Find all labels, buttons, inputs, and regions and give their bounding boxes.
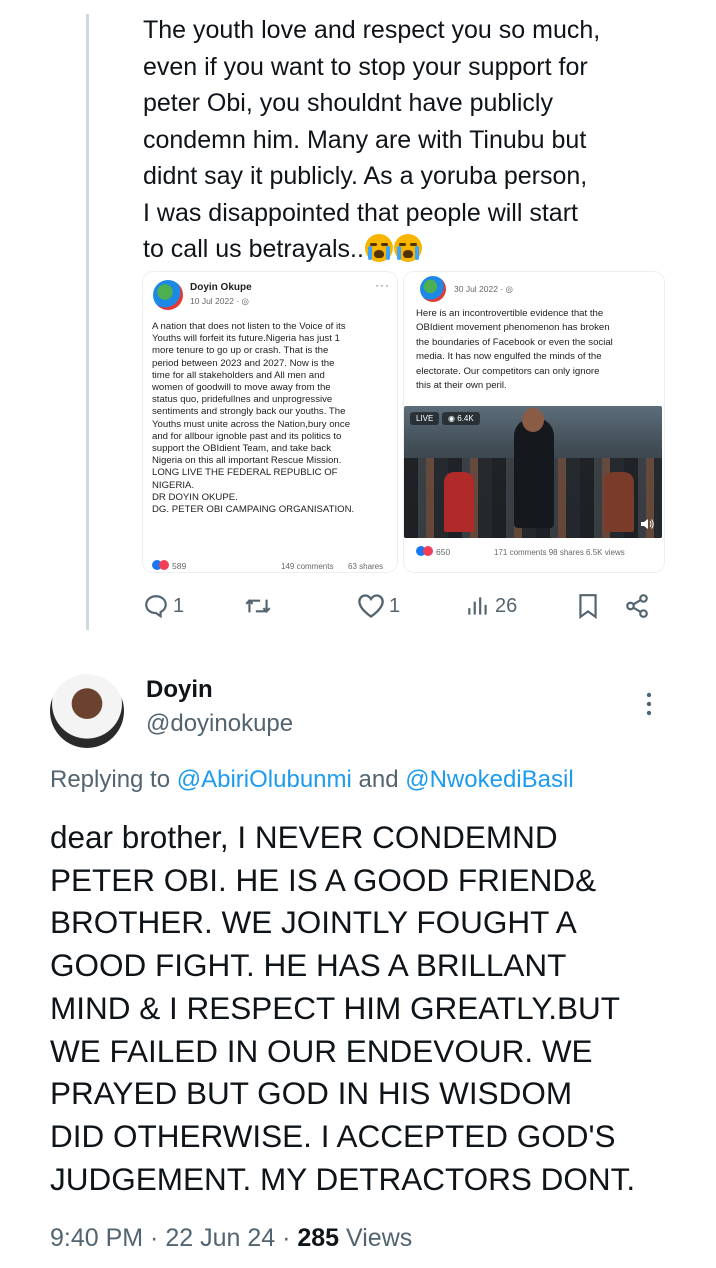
quoted-line: didnt say it publicly. As a yoruba perso… — [143, 162, 588, 190]
card-stats: 171 comments 98 shares 6.5K views — [494, 548, 625, 557]
central-figure — [514, 418, 554, 528]
quoted-line: I was disappointed that people will star… — [143, 198, 578, 227]
mention-link[interactable]: @NwokediBasil — [405, 766, 573, 793]
card-post-body: A nation that does not listen to the Voi… — [152, 321, 355, 516]
reply-icon — [145, 595, 167, 619]
bookmark-button[interactable] — [577, 592, 599, 620]
bookmark-icon — [579, 594, 597, 619]
card-comments: 149 comments — [281, 562, 334, 571]
mention-link[interactable]: @AbiriOlubunmi — [177, 766, 352, 793]
card-post-body: Here is an incontrovertible evidence tha… — [416, 308, 613, 392]
speaker-icon[interactable] — [640, 518, 654, 530]
views-label: Views — [339, 1224, 413, 1252]
author-handle[interactable]: @doyinokupe — [146, 710, 293, 738]
page-avatar-icon — [420, 276, 446, 302]
share-icon — [626, 594, 648, 618]
like-count: 1 — [389, 594, 401, 617]
reply-count: 1 — [173, 594, 185, 617]
tweet-action-bar: 1 1 26 — [143, 592, 663, 620]
share-button[interactable] — [623, 592, 651, 620]
quoted-line: even if you want to stop your support fo… — [143, 52, 588, 81]
views-count: 26 — [495, 594, 518, 617]
retweet-icon — [245, 599, 271, 613]
crowd-figure — [604, 472, 634, 532]
retweet-button[interactable] — [243, 592, 273, 620]
crying-face-emoji-icon — [393, 234, 422, 262]
more-options-icon[interactable] — [643, 690, 655, 718]
replying-to: Replying to @AbiriOlubunmi and @NwokediB… — [50, 766, 574, 793]
quoted-tweet-text: The youth love and respect you so much, … — [143, 12, 683, 268]
eye-icon: ◉ — [448, 414, 458, 423]
video-thumbnail[interactable]: LIVE ◉ 6.4K — [404, 406, 662, 538]
views-count: 285 — [297, 1224, 340, 1252]
central-figure-head — [522, 408, 544, 432]
live-badge: LIVE — [410, 412, 440, 425]
like-button[interactable]: 1 — [357, 592, 400, 620]
card-date: 30 Jul 2022 · ◎ — [454, 284, 513, 294]
card-date: 10 Jul 2022 · ◎ — [190, 296, 249, 306]
facebook-post-image-left[interactable]: Doyin Okupe 10 Jul 2022 · ◎ ··· A nation… — [143, 272, 397, 572]
video-views-badge: ◉ 6.4K — [442, 412, 480, 425]
tweet-timestamp: 9:40 PM · 22 Jun 24 · 285 Views — [50, 1224, 412, 1253]
reply-tweet-text: dear brother, I NEVER CONDEMND PETER OBI… — [50, 819, 636, 1197]
love-reaction-icon — [159, 560, 169, 570]
quoted-line: The youth love and respect you so much, — [143, 16, 601, 44]
more-options-icon: ··· — [375, 278, 390, 292]
heart-icon — [358, 594, 384, 618]
views-button[interactable]: 26 — [465, 592, 517, 620]
page-avatar-icon — [153, 280, 183, 310]
card-reactions: 650 — [416, 546, 450, 557]
crying-face-emoji-icon — [364, 234, 393, 262]
card-shares: 63 shares — [348, 562, 384, 571]
thread-line — [86, 14, 89, 630]
avatar[interactable] — [50, 674, 124, 748]
love-reaction-icon — [423, 546, 433, 556]
author-name[interactable]: Doyin — [146, 676, 213, 704]
quoted-line: to call us betrayals.. — [143, 235, 364, 263]
globe-icon: ◎ — [505, 284, 513, 294]
card-author-name: Doyin Okupe — [190, 282, 252, 293]
reply-button[interactable]: 1 — [143, 592, 184, 620]
globe-icon: ◎ — [241, 296, 249, 306]
time-date[interactable]: 9:40 PM · 22 Jun 24 · — [50, 1224, 297, 1252]
quoted-line: peter Obi, you shouldnt have publicly — [143, 89, 553, 117]
crowd-figure — [444, 472, 474, 532]
card-reactions: 589 — [152, 560, 186, 571]
quoted-line: condemn him. Many are with Tinubu but — [143, 125, 587, 154]
analytics-bars-icon — [468, 597, 487, 615]
